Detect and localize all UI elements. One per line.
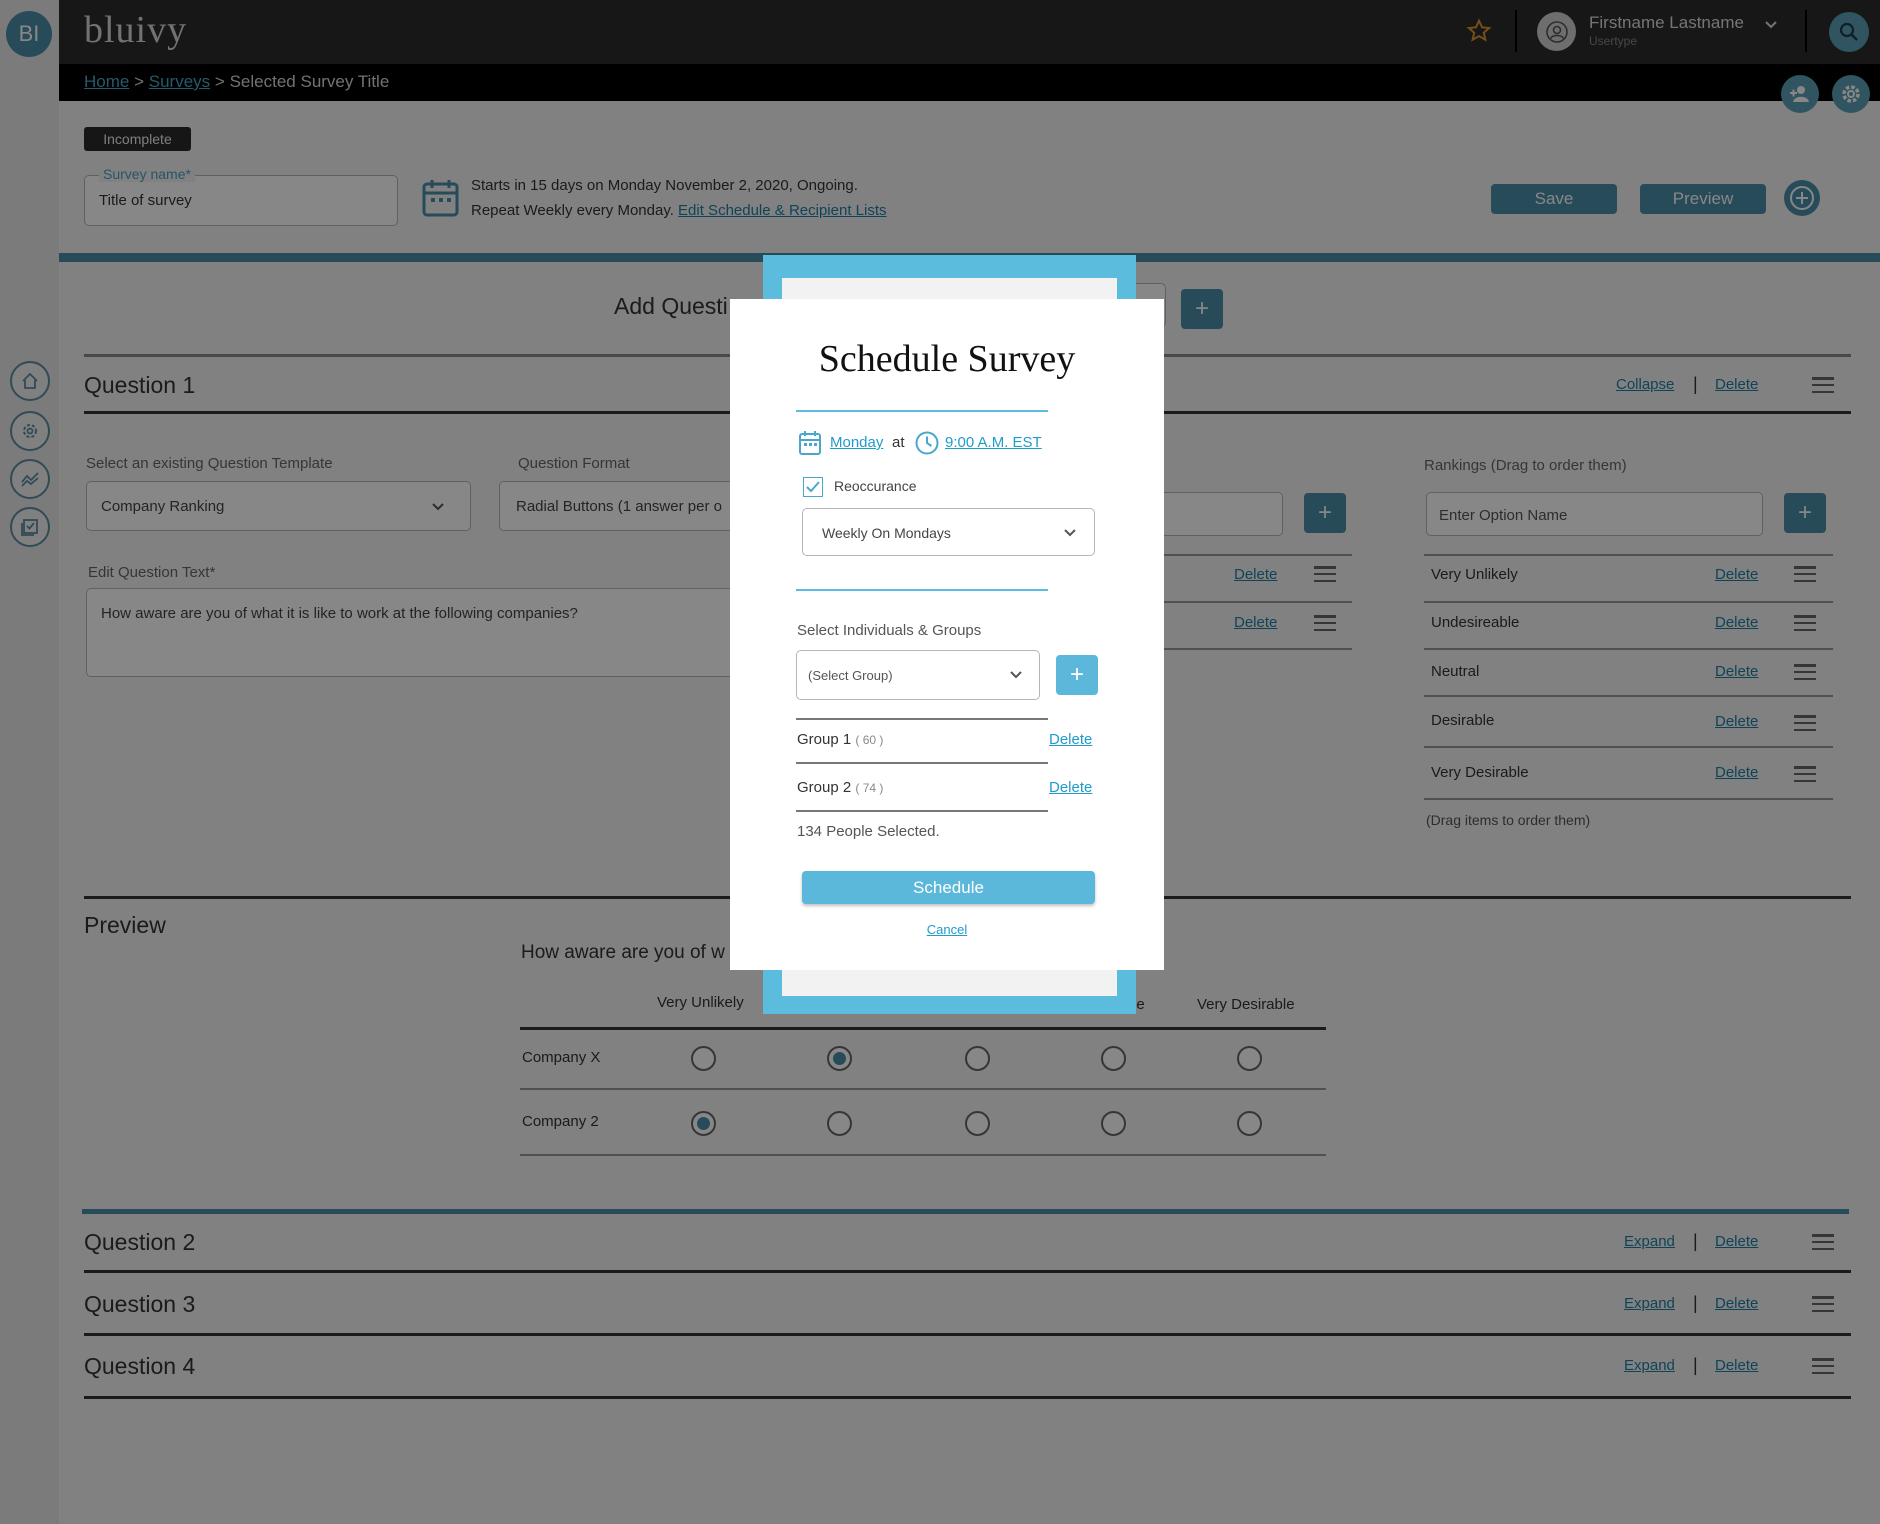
chevron-down-icon bbox=[1064, 529, 1076, 537]
recurrence-checkbox[interactable] bbox=[803, 477, 823, 497]
schedule-button[interactable]: Schedule bbox=[802, 871, 1095, 904]
group-divider bbox=[796, 762, 1048, 764]
cancel-link[interactable]: Cancel bbox=[730, 922, 1164, 937]
checkmark-icon bbox=[806, 481, 820, 493]
app-root: BI bluivy Firstname Lastname Usertype Ho… bbox=[0, 0, 1880, 1524]
group-divider bbox=[796, 810, 1048, 812]
group-name: Group 1 bbox=[797, 731, 852, 748]
group-divider bbox=[796, 718, 1048, 720]
recurrence-select-value: Weekly On Mondays bbox=[822, 525, 951, 541]
group-item: Group 2 ( 74 ) bbox=[797, 779, 883, 796]
select-groups-label: Select Individuals & Groups bbox=[797, 622, 982, 639]
group-name: Group 2 bbox=[797, 779, 852, 796]
at-text: at bbox=[892, 434, 905, 451]
group-select-placeholder: (Select Group) bbox=[808, 668, 893, 683]
recurrence-label: Reoccurance bbox=[834, 478, 917, 494]
chevron-down-icon bbox=[1010, 671, 1022, 679]
group-count: ( 60 ) bbox=[855, 733, 884, 747]
group-select[interactable]: (Select Group) bbox=[796, 650, 1040, 700]
recurrence-select[interactable]: Weekly On Mondays bbox=[802, 508, 1095, 556]
group-delete-link[interactable]: Delete bbox=[1049, 779, 1092, 796]
modal-title: Schedule Survey bbox=[818, 338, 1076, 380]
add-group-button[interactable]: + bbox=[1056, 655, 1098, 695]
group-count: ( 74 ) bbox=[855, 781, 884, 795]
modal-divider bbox=[796, 589, 1048, 591]
clock-icon[interactable] bbox=[914, 430, 940, 456]
selected-summary: 134 People Selected. bbox=[797, 823, 940, 840]
time-link[interactable]: 9:00 A.M. EST bbox=[945, 434, 1042, 451]
calendar-icon[interactable] bbox=[798, 430, 822, 456]
schedule-survey-modal: Schedule Survey Monday at 9:00 A.M. EST … bbox=[730, 299, 1164, 970]
group-item: Group 1 ( 60 ) bbox=[797, 731, 883, 748]
modal-divider bbox=[796, 410, 1048, 412]
day-link[interactable]: Monday bbox=[830, 434, 883, 451]
group-delete-link[interactable]: Delete bbox=[1049, 731, 1092, 748]
